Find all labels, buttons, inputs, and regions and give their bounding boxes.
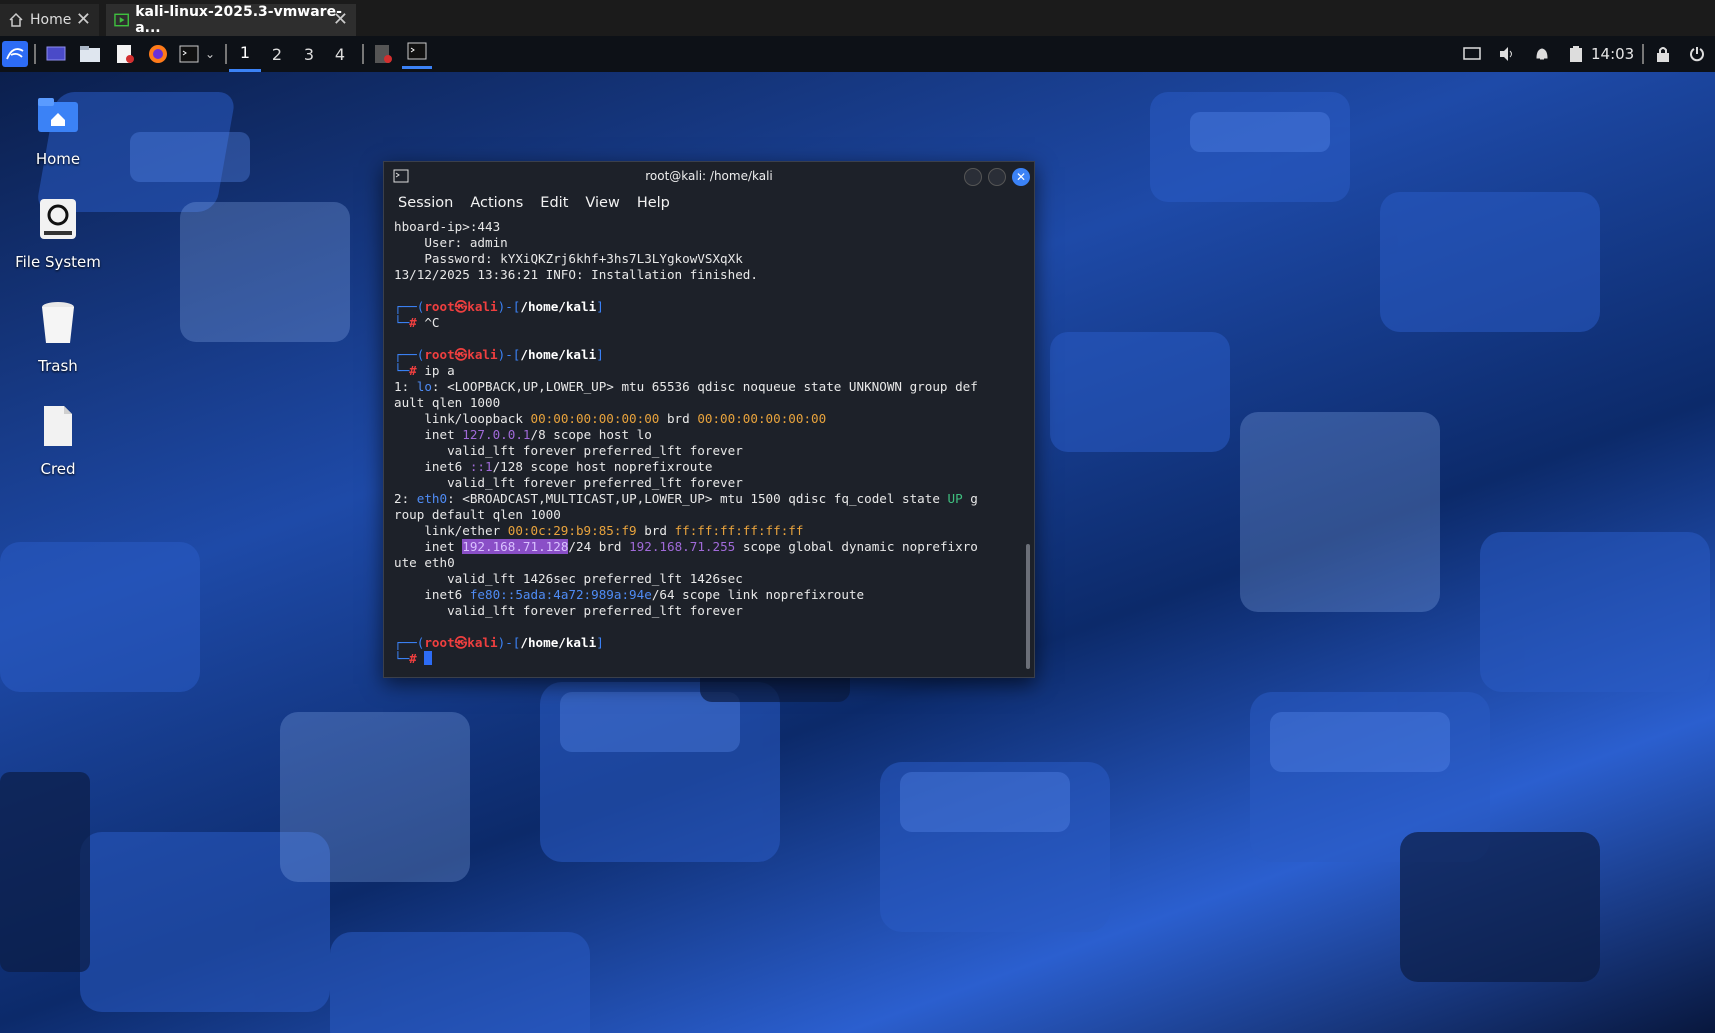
file-manager-icon[interactable] [78, 41, 102, 67]
close-button[interactable]: ✕ [1012, 168, 1030, 186]
terminal-line: └─# ip a [394, 363, 455, 378]
terminal-line: roup default qlen 1000 [394, 507, 561, 522]
terminal-line: Password: kYXiQKZrj6khf+3hs7L3LYgkowVSXq… [394, 251, 743, 266]
chevron-down-icon[interactable]: ⌄ [203, 41, 217, 67]
terminal-line: valid_lft 1426sec preferred_lft 1426sec [394, 571, 743, 586]
terminal-line: 13/12/2025 13:36:21 INFO: Installation f… [394, 267, 758, 282]
terminal-line: ute eth0 [394, 555, 455, 570]
terminal-menubar: Session Actions Edit View Help [384, 190, 1034, 216]
trash-icon [42, 302, 74, 343]
desktop-icon-label: Home [35, 150, 81, 168]
terminal-line: inet 192.168.71.128/24 brd 192.168.71.25… [394, 539, 978, 554]
panel-separator [1642, 44, 1644, 64]
top-panel: ⌄ 1 2 3 4 14:03 [0, 36, 1715, 72]
terminal-window[interactable]: root@kali: /home/kali ✕ Session Actions … [383, 161, 1035, 678]
terminal-line: ┌──(root㉿kali)-[/home/kali] [394, 347, 604, 362]
vm-tab-home[interactable]: Home ✕ [0, 4, 99, 36]
terminal-line: └─# ^C [394, 315, 440, 330]
kali-menu-icon[interactable] [2, 41, 28, 67]
terminal-output[interactable]: hboard-ip>:443 User: admin Password: kYX… [394, 219, 1009, 669]
terminal-window-icon [393, 169, 409, 183]
desktop-icon-home[interactable]: Home [3, 92, 113, 168]
home-icon [9, 12, 23, 27]
terminal-line: inet6 fe80::5ada:4a72:989a:94e/64 scope … [394, 587, 865, 602]
terminal-scrollbar[interactable] [1026, 544, 1030, 669]
terminal-line: 2: eth0: <BROADCAST,MULTICAST,UP,LOWER_U… [394, 491, 978, 506]
terminal-line: valid_lft forever preferred_lft forever [394, 443, 743, 458]
menu-edit[interactable]: Edit [540, 195, 568, 211]
workspace-3[interactable]: 3 [293, 36, 325, 72]
panel-separator [34, 44, 36, 64]
terminal-line: inet 127.0.0.1/8 scope host lo [394, 427, 652, 442]
maximize-button[interactable] [988, 168, 1006, 186]
clock[interactable]: 14:03 [1591, 36, 1634, 72]
terminal-line: valid_lft forever preferred_lft forever [394, 603, 743, 618]
workspace-2[interactable]: 2 [261, 36, 293, 72]
terminal-title: root@kali: /home/kali [645, 169, 773, 183]
terminal-line: inet6 ::1/128 scope host noprefixroute [394, 459, 713, 474]
vmware-tab-strip: Home ✕ kali-linux-2025.3-vmware-a... ✕ [0, 0, 1715, 36]
taskbar-terminal-button[interactable] [402, 36, 432, 69]
terminal-line: ault qlen 1000 [394, 395, 501, 410]
minimize-button[interactable] [964, 168, 982, 186]
terminal-launcher-icon[interactable] [177, 41, 201, 67]
vm-tab-label: kali-linux-2025.3-vmware-a... [135, 4, 342, 36]
close-icon[interactable]: ✕ [333, 11, 348, 29]
vm-tab-kali[interactable]: kali-linux-2025.3-vmware-a... ✕ [106, 4, 356, 36]
terminal-line: User: admin [394, 235, 508, 250]
desktop-icon-label: Trash [38, 357, 78, 375]
terminal-line: └─# [394, 651, 1009, 667]
display-icon[interactable] [1461, 41, 1483, 67]
workspace-1[interactable]: 1 [229, 36, 261, 72]
menu-actions[interactable]: Actions [470, 195, 523, 211]
power-icon[interactable] [1686, 41, 1708, 67]
battery-icon [1565, 41, 1587, 67]
workspace-4[interactable]: 4 [324, 36, 356, 72]
text-editor-icon[interactable] [113, 41, 137, 67]
vm-running-icon [114, 13, 129, 27]
show-desktop-icon[interactable] [44, 41, 68, 67]
home-folder-icon [38, 98, 78, 132]
menu-session[interactable]: Session [398, 195, 453, 211]
vm-tab-label: Home [30, 12, 72, 28]
firefox-icon[interactable] [146, 41, 170, 67]
file-icon [44, 406, 72, 446]
desktop-icon-filesystem[interactable]: File System [3, 195, 113, 271]
drive-icon [40, 199, 76, 239]
terminal-line: ┌──(root㉿kali)-[/home/kali] [394, 299, 604, 314]
menu-help[interactable]: Help [637, 195, 670, 211]
terminal-line: ┌──(root㉿kali)-[/home/kali] [394, 635, 604, 650]
desktop-icon-label: File System [15, 253, 101, 271]
terminal-titlebar[interactable]: root@kali: /home/kali ✕ [384, 162, 1034, 190]
terminal-line: valid_lft forever preferred_lft forever [394, 475, 743, 490]
close-icon[interactable]: ✕ [76, 11, 91, 29]
volume-icon[interactable] [1496, 41, 1518, 67]
menu-view[interactable]: View [585, 195, 619, 211]
panel-separator [362, 44, 364, 64]
desktop-icon-label: Cred [40, 460, 76, 478]
terminal-line: link/ether 00:0c:29:b9:85:f9 brd ff:ff:f… [394, 523, 804, 538]
taskbar-editor-icon[interactable] [371, 41, 395, 67]
terminal-line: link/loopback 00:00:00:00:00:00 brd 00:0… [394, 411, 827, 426]
terminal-line: 1: lo: <LOOPBACK,UP,LOWER_UP> mtu 65536 … [394, 379, 978, 394]
panel-separator [225, 44, 227, 64]
terminal-line: hboard-ip>:443 [394, 219, 501, 234]
desktop-icon-cred[interactable]: Cred [3, 402, 113, 478]
lock-icon[interactable] [1652, 41, 1674, 67]
desktop-icon-trash[interactable]: Trash [3, 299, 113, 375]
notification-bell-icon[interactable] [1531, 41, 1553, 67]
text-cursor [424, 651, 433, 665]
